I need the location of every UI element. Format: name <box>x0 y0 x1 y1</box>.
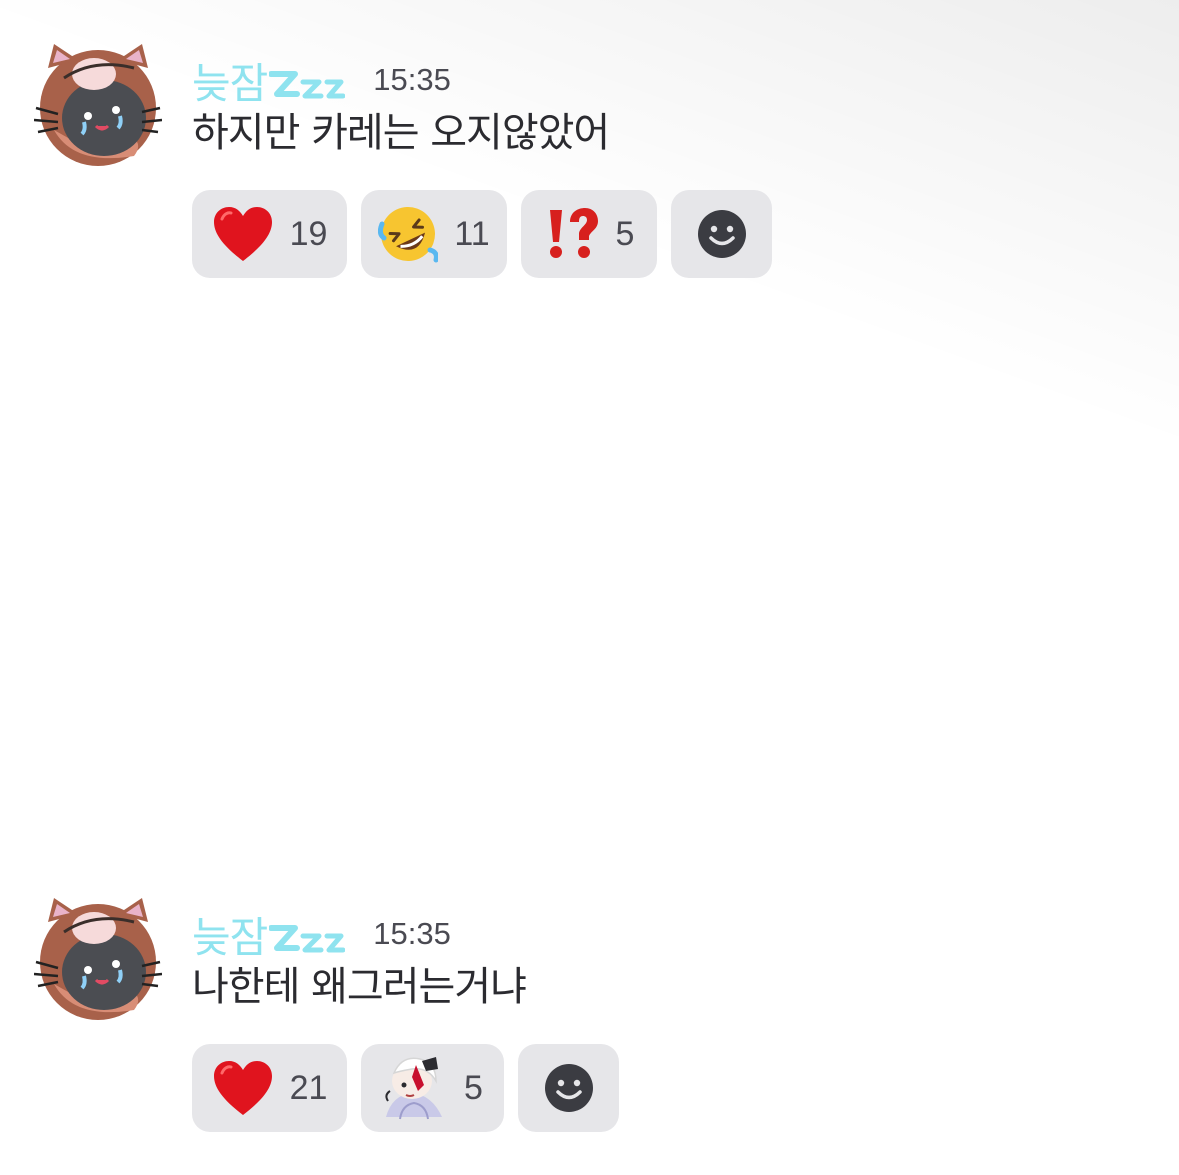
reaction-count: 11 <box>454 214 490 253</box>
reaction-bar: 21 5 <box>192 1044 619 1132</box>
zzz-icon <box>269 914 346 954</box>
zzz-icon <box>269 60 346 100</box>
smiley-add-reaction-icon <box>697 209 747 259</box>
reaction-count: 5 <box>615 214 635 253</box>
add-reaction-button[interactable] <box>518 1044 619 1132</box>
reaction-heart[interactable]: 19 <box>192 190 347 278</box>
reaction-laugh[interactable]: 11 <box>361 190 507 278</box>
avatar[interactable] <box>33 38 163 166</box>
reaction-heart[interactable]: 21 <box>192 1044 347 1132</box>
reaction-bar: 19 11 5 <box>192 190 772 278</box>
reaction-count: 21 <box>289 1068 328 1107</box>
smiley-add-reaction-icon <box>544 1063 594 1113</box>
avatar[interactable] <box>33 892 163 1020</box>
red-heart-icon <box>212 1059 274 1117</box>
add-reaction-button[interactable] <box>671 190 772 278</box>
background-shade <box>0 0 1179 1175</box>
rolling-laughing-face-icon <box>378 204 439 264</box>
exclamation-question-icon <box>544 208 600 260</box>
reaction-sticker[interactable]: 5 <box>361 1044 504 1132</box>
timestamp: 15:35 <box>373 62 451 97</box>
reaction-count: 5 <box>464 1068 483 1107</box>
message-text: 하지만 카레는 오지않았어 <box>192 110 610 156</box>
message-text: 나한테 왜그러는거냐 <box>192 964 527 1010</box>
timestamp: 15:35 <box>373 916 451 951</box>
reaction-count: 19 <box>289 214 328 253</box>
custom-anime-sticker-icon <box>382 1055 448 1121</box>
red-heart-icon <box>212 205 274 263</box>
reaction-exclamation-question[interactable]: 5 <box>521 190 657 278</box>
